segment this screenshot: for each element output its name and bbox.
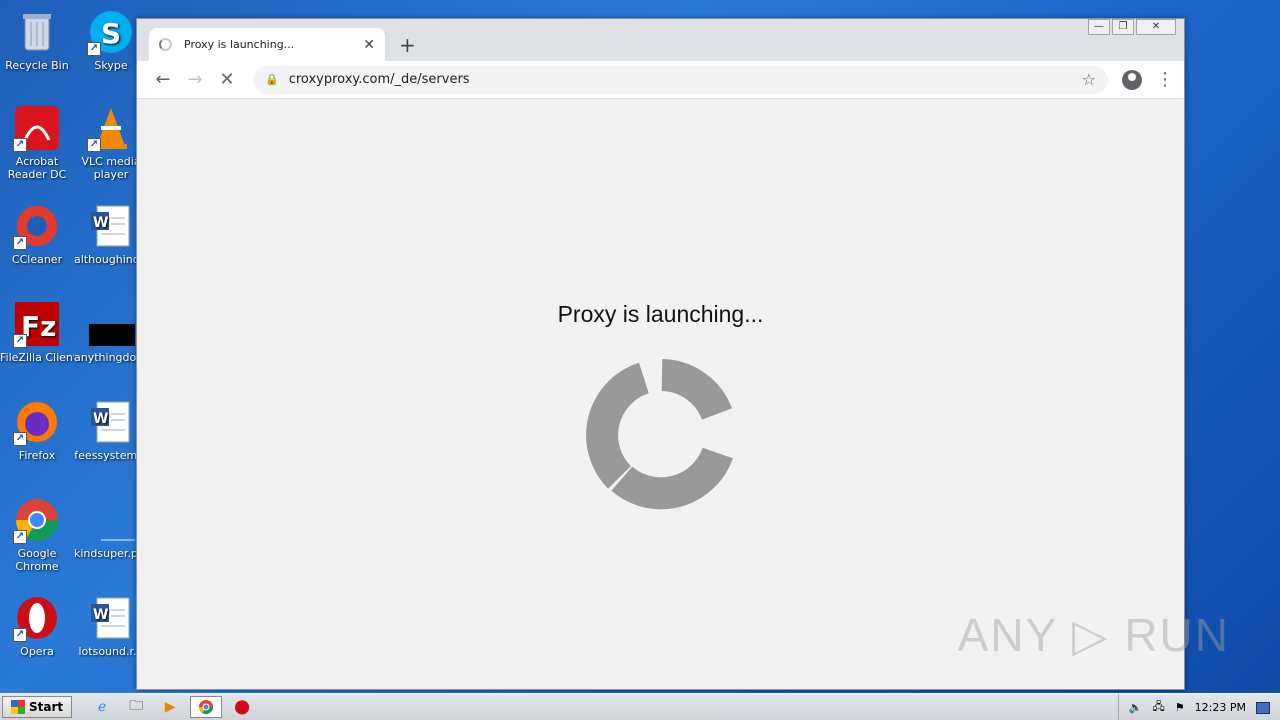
blank-file-icon	[87, 496, 135, 544]
desktop-icon-chrome[interactable]: ↗ Google Chrome	[0, 496, 74, 573]
back-button[interactable]: ←	[147, 69, 179, 90]
page-heading: Proxy is launching...	[557, 301, 764, 327]
start-label: Start	[29, 700, 64, 714]
desktop-icon-recycle-bin[interactable]: Recycle Bin	[0, 8, 74, 72]
desktop-icon-label: Google Chrome	[15, 547, 59, 573]
desktop-icon-acrobat[interactable]: ↗ Acrobat Reader DC	[0, 104, 74, 181]
opera-taskbar-icon[interactable]: ⬤	[228, 696, 256, 718]
network-icon[interactable]: 🖧	[1153, 698, 1165, 717]
desktop-icon-ccleaner[interactable]: ↗ CCleaner	[0, 202, 74, 266]
menu-dots-icon[interactable]: ⋮	[1156, 70, 1174, 89]
browser-window: — ❐ ✕ Proxy is launching... ✕ + ← → ✕ 🔒 …	[136, 18, 1185, 690]
media-player-icon[interactable]: ▶	[156, 696, 184, 718]
loading-spinner-icon	[159, 38, 172, 51]
start-button[interactable]: Start	[2, 696, 73, 718]
profile-icon[interactable]	[1122, 69, 1142, 90]
ccleaner-icon: ↗	[13, 202, 61, 250]
opera-icon: ↗	[13, 594, 61, 642]
ie-icon[interactable]: ℯ	[88, 696, 116, 718]
clock[interactable]: 12:23 PM	[1195, 701, 1246, 714]
desktop-icon-label: CCleaner	[11, 253, 63, 266]
lock-icon[interactable]: 🔒	[265, 73, 279, 86]
desktop-icon-label: Recycle Bin	[5, 59, 69, 72]
tab-strip: Proxy is launching... ✕ +	[137, 19, 1184, 61]
skype-icon: S ↗	[87, 8, 135, 56]
stop-loading-button[interactable]: ✕	[211, 69, 243, 90]
desktop-icon-label: Opera	[20, 645, 54, 658]
word-document-icon: W	[87, 594, 135, 642]
recycle-bin-icon	[13, 8, 61, 56]
browser-toolbar: ← → ✕ 🔒 croxyproxy.com/_de/servers ☆ ⋮	[137, 61, 1184, 99]
desktop-icon-label: Acrobat Reader DC	[7, 155, 67, 181]
svg-text:S: S	[101, 17, 121, 50]
tab-title: Proxy is launching...	[184, 38, 295, 51]
desktop-icon-label: Firefox	[18, 449, 56, 462]
loading-ring-icon	[586, 359, 733, 510]
page-viewport: Proxy is launching...	[137, 99, 1184, 689]
bookmark-star-icon[interactable]: ☆	[1082, 70, 1096, 89]
chrome-taskbar-icon[interactable]	[190, 696, 223, 718]
show-desktop-icon[interactable]	[1256, 701, 1270, 714]
anyrun-watermark: ANY ▷ RUN	[957, 609, 1230, 661]
desktop-icon-opera[interactable]: ↗ Opera	[0, 594, 74, 658]
word-document-icon: W	[87, 202, 135, 250]
forward-button[interactable]: →	[179, 69, 211, 90]
acrobat-icon: ↗	[13, 104, 61, 152]
volume-icon[interactable]: 🔈	[1129, 701, 1143, 714]
word-document-icon: W	[87, 398, 135, 446]
firefox-icon: ↗	[13, 398, 61, 446]
new-tab-button[interactable]: +	[399, 33, 416, 57]
desktop-icon-filezilla[interactable]: Fz ↗ FileZilla Client	[0, 300, 74, 364]
address-bar[interactable]: 🔒 croxyproxy.com/_de/servers ☆	[253, 65, 1108, 94]
svg-text:W: W	[93, 411, 108, 427]
flag-icon[interactable]: ⚑	[1175, 701, 1185, 714]
tab-active[interactable]: Proxy is launching... ✕	[149, 28, 385, 61]
svg-text:W: W	[93, 215, 108, 231]
filezilla-icon: Fz ↗	[13, 300, 61, 348]
black-file-icon	[87, 300, 135, 348]
system-tray: 🔈 🖧 ⚑ 12:23 PM	[1117, 694, 1280, 720]
url-text[interactable]: croxyproxy.com/_de/servers	[289, 72, 1082, 87]
windows-logo-icon	[11, 700, 25, 714]
svg-text:W: W	[93, 607, 108, 623]
taskbar: Start ℯ 🗀 ▶ ⬤ 🔈 🖧 ⚑ 12:23 PM	[0, 693, 1280, 720]
chrome-icon: ↗	[13, 496, 61, 544]
vlc-cone-icon: ↗	[87, 104, 135, 152]
explorer-folder-icon[interactable]: 🗀	[122, 696, 150, 718]
desktop-icon-firefox[interactable]: ↗ Firefox	[0, 398, 74, 462]
tab-close-icon[interactable]: ✕	[363, 37, 375, 53]
desktop-icon-label: FileZilla Client	[0, 351, 74, 364]
